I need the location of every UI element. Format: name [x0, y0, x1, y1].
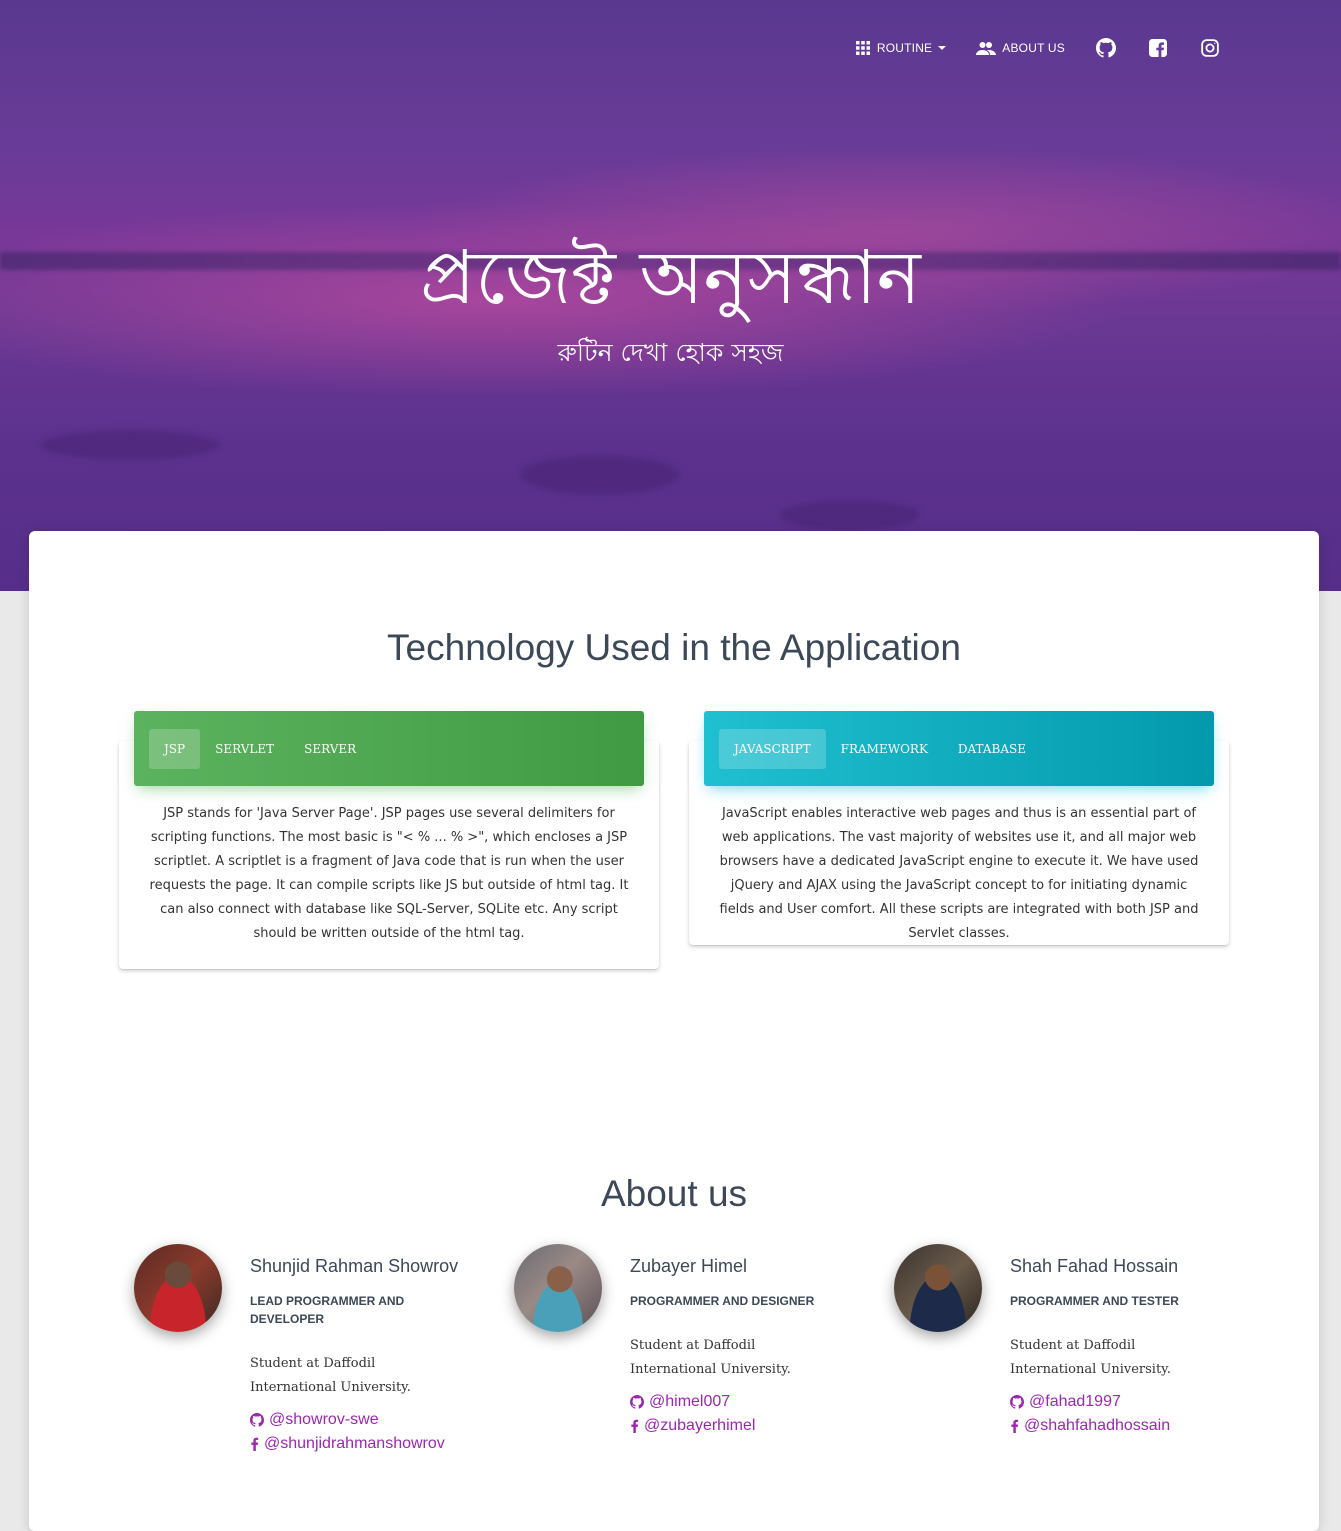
member-description: Student at Daffodil International Univer…	[1010, 1338, 1171, 1377]
facebook-link[interactable]: @shahfahadhossain	[1010, 1417, 1170, 1435]
routine-dropdown[interactable]: ROUTINE	[855, 40, 947, 56]
member-name: Shah Fahad Hossain	[1010, 1256, 1179, 1276]
member-role: PROGRAMMER AND DESIGNER	[630, 1294, 815, 1308]
github-link[interactable]: @himel007	[630, 1393, 730, 1411]
facebook-handle: @zubayerhimel	[644, 1417, 756, 1434]
github-handle: @fahad1997	[1029, 1393, 1121, 1410]
technology-heading: Technology Used in the Application	[387, 627, 961, 668]
hero-subtitle: রুটিন দেখা হোক সহজ	[557, 338, 784, 367]
github-icon[interactable]	[1095, 37, 1117, 59]
github-link[interactable]: @fahad1997	[1010, 1393, 1121, 1411]
people-icon	[976, 42, 997, 55]
avatar	[134, 1244, 222, 1332]
tech-card-body: JSP stands for 'Java Server Page'. JSP p…	[149, 806, 629, 941]
avatar	[894, 1244, 982, 1332]
main-content-card: Technology Used in the Application JSP s…	[29, 531, 1319, 1531]
tab-servlet[interactable]: SERVLET	[200, 729, 289, 769]
facebook-icon	[1011, 1419, 1019, 1433]
instagram-icon[interactable]	[1199, 37, 1221, 59]
tabs-header-javascript: JAVASCRIPT FRAMEWORK DATABASE	[704, 711, 1214, 786]
github-icon	[630, 1395, 644, 1409]
tab-database[interactable]: DATABASE	[943, 729, 1041, 769]
hero-rock	[780, 500, 920, 530]
tab-jsp[interactable]: JSP	[149, 728, 201, 769]
hero-rock	[520, 455, 680, 495]
tab-framework[interactable]: FRAMEWORK	[826, 729, 943, 769]
routine-label: ROUTINE	[876, 41, 933, 55]
about-us-link[interactable]: ABOUT US	[976, 41, 1065, 55]
caret-down-icon	[938, 46, 947, 50]
facebook-link[interactable]: @shunjidrahmanshowrov	[250, 1435, 445, 1453]
facebook-icon	[251, 1437, 259, 1451]
github-handle: @himel007	[649, 1393, 731, 1410]
github-icon	[250, 1413, 264, 1427]
apps-icon	[855, 41, 870, 55]
github-handle: @showrov-swe	[269, 1411, 379, 1428]
hero-banner: ROUTINE ABOUT US প্রজেক্ট অনুসন্ধান রুটি…	[0, 0, 1341, 591]
about-us-label: ABOUT US	[1002, 41, 1065, 55]
top-navbar: ROUTINE ABOUT US	[825, 36, 1221, 60]
member-role: LEAD PROGRAMMER AND DEVELOPER	[250, 1294, 405, 1326]
member-description: Student at Daffodil International Univer…	[250, 1356, 411, 1395]
hero-title: প্রজেক্ট অনুসন্ধান	[420, 235, 921, 321]
github-icon	[1010, 1395, 1024, 1409]
tab-server[interactable]: SERVER	[289, 729, 371, 769]
github-link[interactable]: @showrov-swe	[250, 1411, 379, 1429]
tabs-header-jsp: JSP SERVLET SERVER	[134, 711, 644, 786]
avatar	[514, 1244, 602, 1332]
member-description: Student at Daffodil International Univer…	[630, 1338, 791, 1377]
facebook-icon	[631, 1419, 639, 1433]
facebook-link[interactable]: @zubayerhimel	[630, 1417, 755, 1435]
member-name: Zubayer Himel	[630, 1256, 748, 1276]
tab-javascript[interactable]: JAVASCRIPT	[719, 728, 826, 769]
facebook-handle: @shunjidrahmanshowrov	[264, 1435, 445, 1452]
hero-rock	[40, 430, 220, 460]
facebook-icon[interactable]	[1147, 37, 1169, 59]
about-heading: About us	[600, 1173, 748, 1214]
member-role: PROGRAMMER AND TESTER	[1010, 1294, 1179, 1308]
member-name: Shunjid Rahman Showrov	[250, 1256, 459, 1276]
tech-card-body: JavaScript enables interactive web pages…	[719, 806, 1199, 941]
facebook-handle: @shahfahadhossain	[1024, 1417, 1171, 1434]
